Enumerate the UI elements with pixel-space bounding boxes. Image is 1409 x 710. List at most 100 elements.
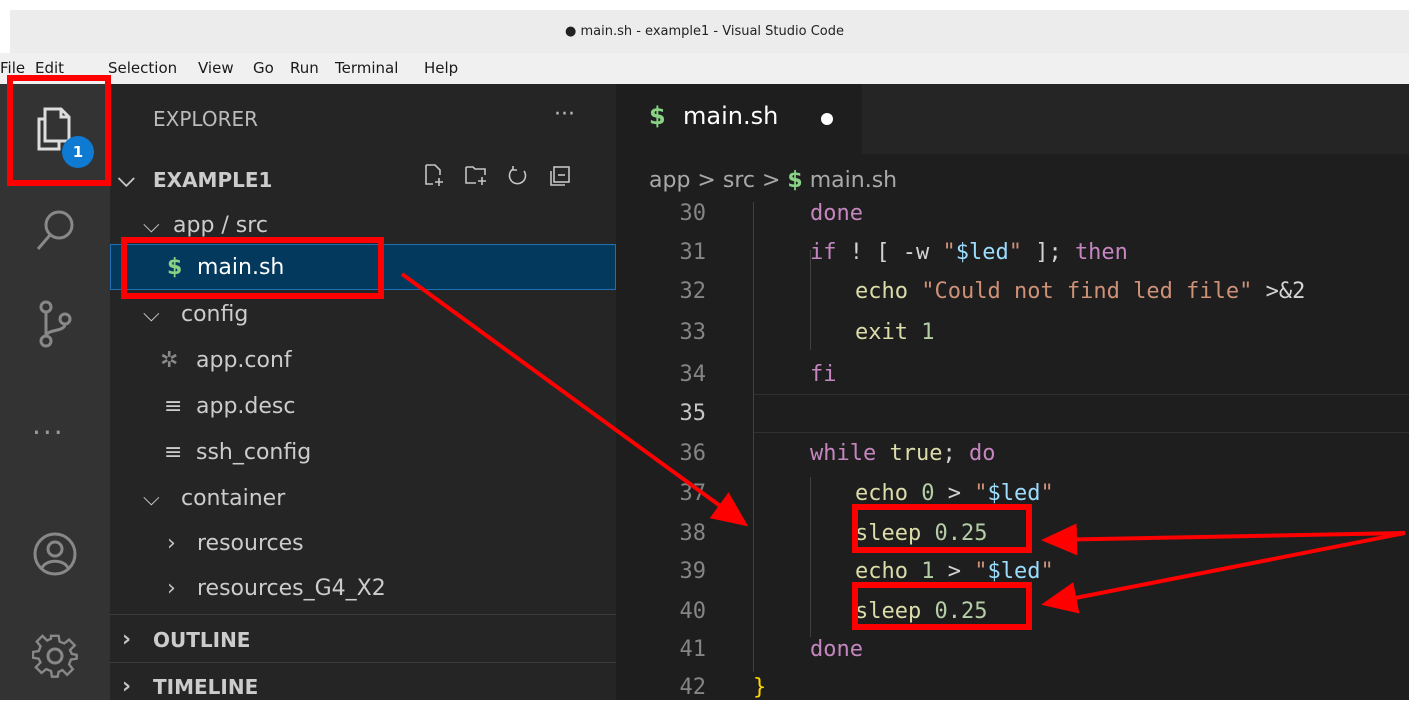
tree-folder-resources-g4[interactable]: › resources_G4_X2 xyxy=(110,566,616,612)
breadcrumb-file[interactable]: main.sh xyxy=(810,168,897,193)
tree-file-main-sh[interactable]: $ main.sh xyxy=(110,244,616,290)
gear-icon xyxy=(32,634,78,678)
tab-label: main.sh xyxy=(683,102,779,130)
new-file-icon[interactable] xyxy=(420,157,448,203)
accounts-activity[interactable] xyxy=(0,509,110,599)
code-token: done xyxy=(810,637,863,662)
code-token: if xyxy=(810,240,837,265)
menu-selection[interactable]: Selection xyxy=(108,59,177,77)
code-token: true xyxy=(889,441,943,466)
shell-file-icon: $ xyxy=(649,102,666,130)
search-icon xyxy=(36,210,74,250)
tree-label: container xyxy=(181,486,286,511)
source-control-activity[interactable] xyxy=(0,279,110,369)
chevron-down-icon: ⌵ xyxy=(143,213,160,238)
tree-file-app-conf[interactable]: ✲ app.conf xyxy=(110,338,616,384)
code-token: " xyxy=(1008,240,1022,265)
code-line-42: } xyxy=(753,668,766,707)
code-token: 0 xyxy=(921,481,935,506)
code-token: } xyxy=(753,675,767,700)
code-line-38: sleep 0.25 xyxy=(855,514,987,553)
source-control-icon xyxy=(39,300,72,348)
code-line-32: echo "Could not find led file" >&2 xyxy=(855,279,1306,304)
explorer-activity[interactable]: 1 xyxy=(0,84,110,174)
code-token: " xyxy=(974,559,988,584)
line-number: 41 xyxy=(679,637,707,662)
tree-label: app.conf xyxy=(196,348,292,373)
menu-file[interactable]: File xyxy=(0,59,25,77)
activity-bar: 1 ··· xyxy=(0,84,110,700)
code-line-40: sleep 0.25 xyxy=(855,592,987,631)
tree-label: config xyxy=(181,302,249,327)
code-token: while xyxy=(810,441,877,466)
explorer-badge: 1 xyxy=(62,136,94,168)
shell-file-icon: $ xyxy=(787,168,803,193)
code-token: " xyxy=(1040,559,1054,584)
section-label: TIMELINE xyxy=(153,675,259,699)
tree-folder-config[interactable]: ⌵ config xyxy=(110,292,616,338)
explorer-sidebar: EXPLORER ··· ⌵ EXAMPLE1 ⌵ app / src $ ma… xyxy=(110,84,616,700)
tree-folder-resources[interactable]: › resources xyxy=(110,521,616,567)
code-line-31: if ! [ -w "$led" ]; then xyxy=(810,240,1128,265)
menu-view[interactable]: View xyxy=(198,59,234,77)
code-token: echo xyxy=(855,559,908,584)
tree-label: resources xyxy=(197,531,304,556)
refresh-icon[interactable] xyxy=(504,157,532,203)
tree-label: app.desc xyxy=(196,394,296,419)
tab-main-sh[interactable]: $ main.sh xyxy=(616,84,862,154)
editor-area: $ main.sh app > src > $ main.sh 30 31 32… xyxy=(616,84,1409,700)
menu-help[interactable]: Help xyxy=(424,59,458,77)
code-token: echo xyxy=(855,279,908,304)
tree-file-app-desc[interactable]: ≡ app.desc xyxy=(110,384,616,430)
timeline-section[interactable]: › TIMELINE xyxy=(110,664,616,710)
line-number: 40 xyxy=(679,599,707,624)
editor-tabs: $ main.sh xyxy=(616,84,1409,154)
breadcrumb: app > src > $ main.sh xyxy=(649,168,897,193)
tree-folder-app-src[interactable]: ⌵ app / src xyxy=(110,203,616,249)
menu-terminal[interactable]: Terminal xyxy=(335,59,398,77)
code-line-30: done xyxy=(810,194,863,233)
code-token: $led xyxy=(987,559,1041,584)
menu-bar: File Edit Selection View Go Run Terminal… xyxy=(0,53,1409,84)
collapse-all-icon[interactable] xyxy=(546,157,574,203)
menu-edit[interactable]: Edit xyxy=(35,59,64,77)
explorer-more-button[interactable]: ··· xyxy=(554,102,575,127)
code-token: 1 xyxy=(921,320,935,345)
settings-activity[interactable] xyxy=(0,611,110,701)
chevron-right-icon: › xyxy=(167,576,176,601)
code-line-34: fi xyxy=(810,355,837,394)
breadcrumb-app[interactable]: app xyxy=(649,168,690,193)
code-token: 1 xyxy=(921,559,935,584)
outline-section[interactable]: › OUTLINE xyxy=(110,617,616,663)
explorer-actions xyxy=(420,157,574,203)
section-label: OUTLINE xyxy=(153,628,251,652)
explorer-title: EXPLORER xyxy=(153,107,258,131)
code-token: sleep xyxy=(855,521,922,546)
chevron-right-icon: › xyxy=(122,674,132,699)
breadcrumb-src[interactable]: src xyxy=(723,168,755,193)
chevron-down-icon: ⌵ xyxy=(118,167,135,192)
workspace-header[interactable]: ⌵ EXAMPLE1 xyxy=(110,157,616,203)
search-activity[interactable] xyxy=(0,186,110,276)
tree-file-ssh-config[interactable]: ≡ ssh_config xyxy=(110,430,616,476)
more-activity-icon[interactable]: ··· xyxy=(32,416,65,449)
breadcrumb-separator: > xyxy=(761,168,781,193)
line-number-current: 35 xyxy=(679,401,707,426)
code-token: fi xyxy=(810,362,837,387)
code-line-37: echo 0 > "$led" xyxy=(855,481,1054,506)
tree-label: ssh_config xyxy=(196,440,312,465)
menu-go[interactable]: Go xyxy=(253,59,274,77)
unsaved-dot-icon[interactable] xyxy=(821,113,833,125)
line-number: 37 xyxy=(679,481,707,506)
code-line-36: while true; do xyxy=(810,441,996,466)
line-number: 31 xyxy=(679,240,707,265)
window-title: ● main.sh - example1 - Visual Studio Cod… xyxy=(565,24,844,39)
account-icon xyxy=(33,532,77,576)
tree-folder-container[interactable]: ⌵ container xyxy=(110,476,616,522)
new-folder-icon[interactable] xyxy=(462,157,490,203)
code-token: done xyxy=(810,201,863,226)
line-number: 33 xyxy=(679,320,707,345)
text-file-icon: ≡ xyxy=(164,440,183,465)
chevron-right-icon: › xyxy=(122,627,132,652)
menu-run[interactable]: Run xyxy=(290,59,319,77)
